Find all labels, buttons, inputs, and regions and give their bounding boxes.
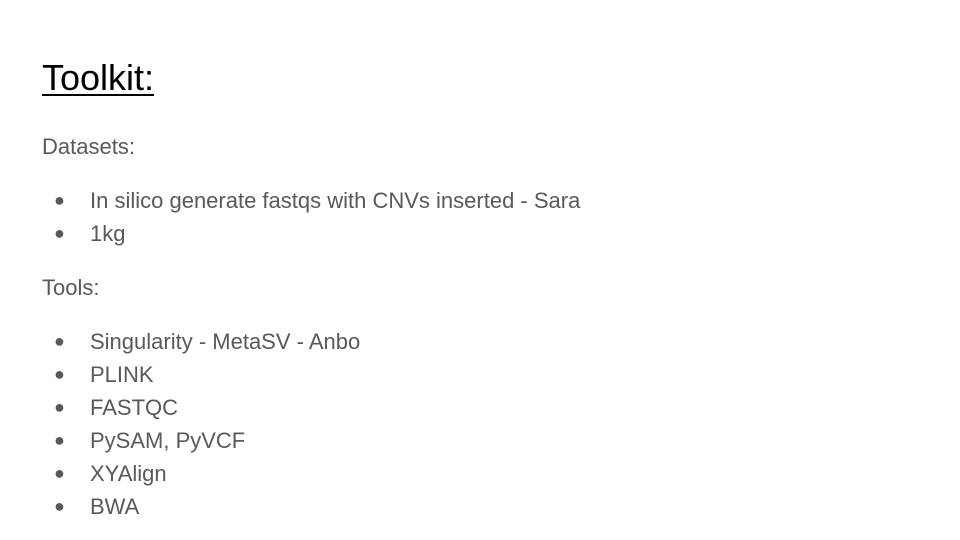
slide: Toolkit: Datasets: ● In silico generate … <box>0 0 960 540</box>
list-item-text: PySAM, PyVCF <box>90 428 246 453</box>
datasets-heading: Datasets: <box>42 134 135 159</box>
list-item-text: FASTQC <box>90 395 179 420</box>
list-item: ● XYAlign <box>42 457 922 490</box>
list-item-text: Singularity - MetaSV - Anbo <box>90 329 361 354</box>
bullet-icon: ● <box>54 331 65 351</box>
list-item: ● FASTQC <box>42 391 922 424</box>
bullet-icon: ● <box>54 496 65 516</box>
datasets-list: ● In silico generate fastqs with CNVs in… <box>42 184 922 250</box>
bullet-icon: ● <box>54 364 65 384</box>
list-item-text: 1kg <box>90 221 126 246</box>
list-item-text: XYAlign <box>90 461 167 486</box>
list-item: ● BWA <box>42 490 922 523</box>
bullet-icon: ● <box>54 397 65 417</box>
bullet-icon: ● <box>54 223 65 243</box>
list-item: ● 1kg <box>42 217 922 250</box>
slide-body: Datasets: ● In silico generate fastqs wi… <box>42 130 922 540</box>
tools-list: ● Singularity - MetaSV - Anbo ● PLINK ● … <box>42 325 922 523</box>
list-item-text: BWA <box>90 494 140 519</box>
bullet-icon: ● <box>54 190 65 210</box>
list-item: ● Singularity - MetaSV - Anbo <box>42 325 922 358</box>
list-item: ● PLINK <box>42 358 922 391</box>
list-item: ● PySAM, PyVCF <box>42 424 922 457</box>
slide-title: Toolkit: <box>42 57 155 98</box>
list-item-text: PLINK <box>90 362 154 387</box>
list-item: ● In silico generate fastqs with CNVs in… <box>42 184 922 217</box>
list-item-text: In silico generate fastqs with CNVs inse… <box>90 188 581 213</box>
bullet-icon: ● <box>54 463 65 483</box>
bullet-icon: ● <box>54 430 65 450</box>
tools-heading: Tools: <box>42 275 100 300</box>
